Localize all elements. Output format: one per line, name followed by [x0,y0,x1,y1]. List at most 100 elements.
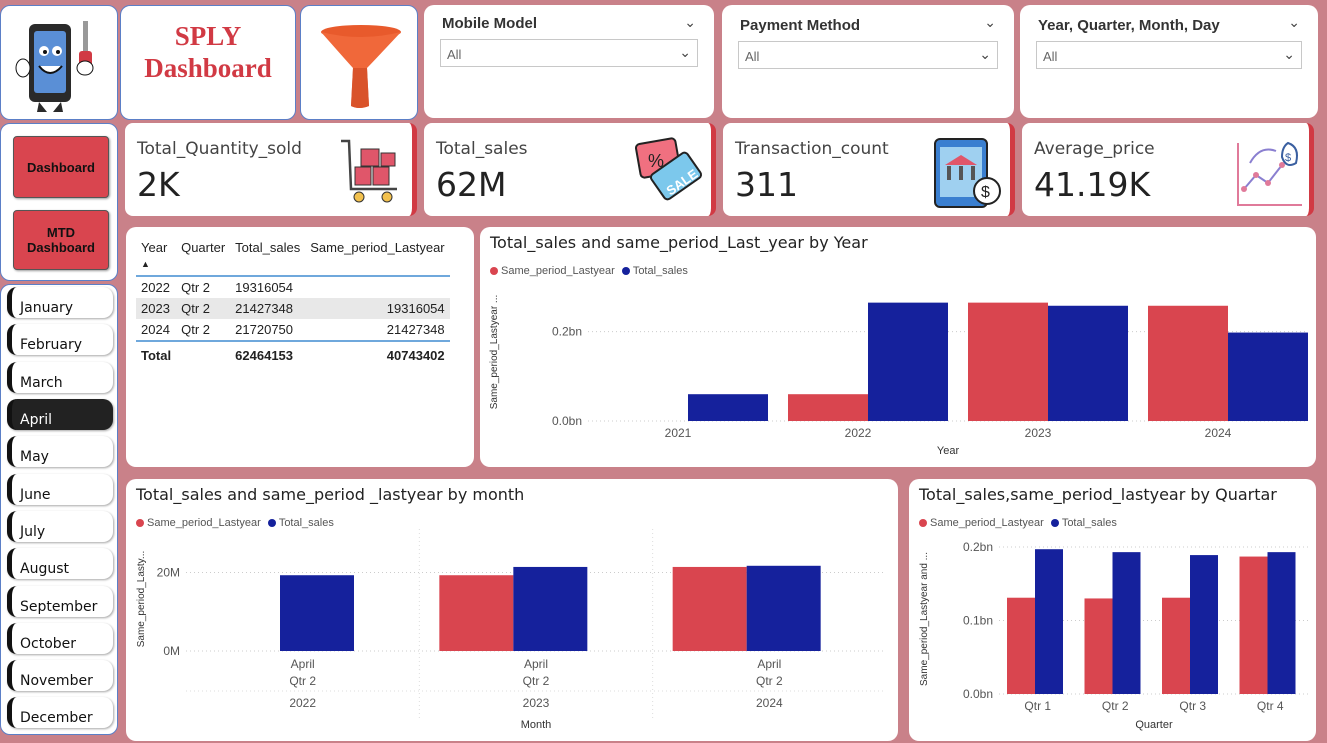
sale-tag-icon: % SALE [634,137,703,201]
sort-arrow-icon[interactable]: ▲ [141,259,150,269]
bar-total-sales [1112,552,1141,694]
slicer-label: Year, Quarter, Month, Day [1038,17,1220,34]
kpi-value: 41.19K [1034,165,1151,204]
phone-mascot-icon [15,21,94,112]
month-item-october[interactable]: October [7,623,113,654]
month-item-september[interactable]: September [7,586,113,617]
quarter-bar-chart: 0.0bn 0.1bn 0.2bn Qtr 1 Qtr 2 Qtr 3 Qtr 4 Quart… [919,540,1309,731]
slicer-mobile-model[interactable]: Mobile Model ⌄ All ⌄ [424,5,714,118]
slicer-value: All [1043,49,1058,64]
month-item-july[interactable]: July [7,511,113,542]
x-tick-label: April [757,657,781,671]
filter-card[interactable] [300,5,418,120]
col-same-period-label: Same_period_Lastyear [310,240,445,255]
cell: Total [141,348,172,363]
chevron-down-icon[interactable]: ⌄ [984,14,996,31]
y-tick-label: 0.2bn [552,325,582,339]
month-item-march[interactable]: March [7,362,113,393]
col-quarter[interactable]: Quarter [176,237,230,276]
bar-same-period-lastyear [1239,556,1268,694]
month-item-august[interactable]: August [7,548,113,579]
slicer-value: All [745,49,760,64]
mtd-dashboard-button[interactable]: MTD Dashboard [13,210,109,270]
month-item-april[interactable]: April [7,399,113,430]
chevron-down-icon[interactable]: ⌄ [1283,46,1295,63]
month-item-may[interactable]: May [7,436,113,467]
cell: Qtr 2 [181,280,210,295]
x-tick-label: 2021 [665,426,692,440]
bar-total-sales [1035,549,1063,694]
bar-same-period-lastyear [1007,597,1035,694]
col-same-period[interactable]: Same_period_Lastyear [305,237,449,276]
chart-by-quarter: Total_sales,same_period_lastyear by Quar… [909,479,1316,741]
slicer-payment-method[interactable]: Payment Method ⌄ All ⌄ [722,5,1014,118]
month-slicer: January February March April May June July Augu… [0,284,118,735]
page-title-line2: Dashboard [144,53,272,83]
cell: 21427348 [235,301,294,316]
col-total-sales-label: Total_sales [235,240,301,255]
kpi-value: 2K [137,165,180,204]
table-row[interactable]: 2024 Qtr 2 21720750 21427348 [136,319,450,341]
year-bar-chart: 0.0bn 0.2bn 2021 2022 2023 2024 Year Same_perio… [489,295,1308,457]
x-tick-label: Qtr 2 [523,674,550,688]
slicer-date-hierarchy[interactable]: Year, Quarter, Month, Day ⌄ All ⌄ [1020,5,1318,118]
bar-same-period-lastyear [788,394,868,421]
slicer-dropdown[interactable]: All ⌄ [440,39,698,67]
cell: 40743402 [386,348,445,363]
slicer-dropdown[interactable]: All ⌄ [738,41,998,69]
bar-total-sales [688,394,768,421]
table-row[interactable]: 2023 Qtr 2 21427348 19316054 [136,298,450,319]
x-tick-label: 2024 [756,696,783,710]
cell: 19316054 [386,301,445,316]
month-bar-chart: 0M 20M April Qtr 2 2022 April Qtr 2 2023 April Qt… [136,529,886,731]
y-tick-label: 20M [157,566,180,580]
funnel-icon[interactable] [301,6,419,121]
chevron-down-icon[interactable]: ⌄ [979,46,991,63]
nav-panel: Dashboard MTD Dashboard [0,123,118,281]
cell: 2023 [141,301,170,316]
kpi-total-quantity: Total_Quantity_sold 2K [125,123,417,216]
kpi-average-price: Average_price 41.19K $ [1022,123,1314,216]
cell: 21720750 [235,322,294,337]
y-axis-title: Same_period_Lastyear and ... [919,552,930,686]
x-tick-label: April [291,657,315,671]
chevron-down-icon[interactable]: ⌄ [679,44,691,61]
bar-total-sales [1267,552,1296,694]
x-tick-label: Qtr 2 [1102,699,1129,713]
month-item-january[interactable]: January [7,287,113,318]
bar-total-sales [868,302,948,421]
bar-total-sales [1190,555,1218,694]
x-tick-label: Qtr 2 [756,674,783,688]
table-total-row: Total 62464153 40743402 [136,341,450,366]
chart-by-year: Total_sales and same_period_Last_year by… [480,227,1316,467]
mtd-button-line2: Dashboard [27,240,95,255]
bar-total-sales [746,565,821,651]
chart-by-month: Total_sales and same_period _lastyear by… [126,479,898,741]
cell: 19316054 [235,280,294,295]
y-tick-label: 0.2bn [963,540,993,554]
slicer-dropdown[interactable]: All ⌄ [1036,41,1302,69]
svg-text:$: $ [1285,152,1291,164]
kpi-total-sales: Total_sales 62M % SALE [424,123,716,216]
y-tick-label: 0.0bn [552,414,582,428]
table-header-row: Year ▲ Quarter Total_sales Same_period_La… [136,237,450,276]
cell: Qtr 2 [181,301,210,316]
title-card: SPLY Dashboard [120,5,296,120]
col-year[interactable]: Year ▲ [136,237,176,276]
month-item-february[interactable]: February [7,324,113,355]
x-tick-label: Qtr 4 [1257,699,1284,713]
table-row[interactable]: 2022 Qtr 2 19316054 [136,276,450,298]
chevron-down-icon[interactable]: ⌄ [1288,14,1300,31]
dashboard-button[interactable]: Dashboard [13,136,109,198]
svg-text:$: $ [981,184,990,201]
month-item-june[interactable]: June [7,474,113,505]
mobile-bank-icon: $ [934,138,1001,208]
month-item-november[interactable]: November [7,660,113,691]
page-title: SPLY Dashboard [121,20,295,84]
col-total-sales[interactable]: Total_sales [230,237,305,276]
month-item-december[interactable]: December [7,697,113,728]
bar-total-sales [280,575,354,651]
slicer-value: All [447,47,462,62]
chevron-down-icon[interactable]: ⌄ [684,14,696,31]
y-axis-title: Same_period_Lasty... [136,551,147,648]
